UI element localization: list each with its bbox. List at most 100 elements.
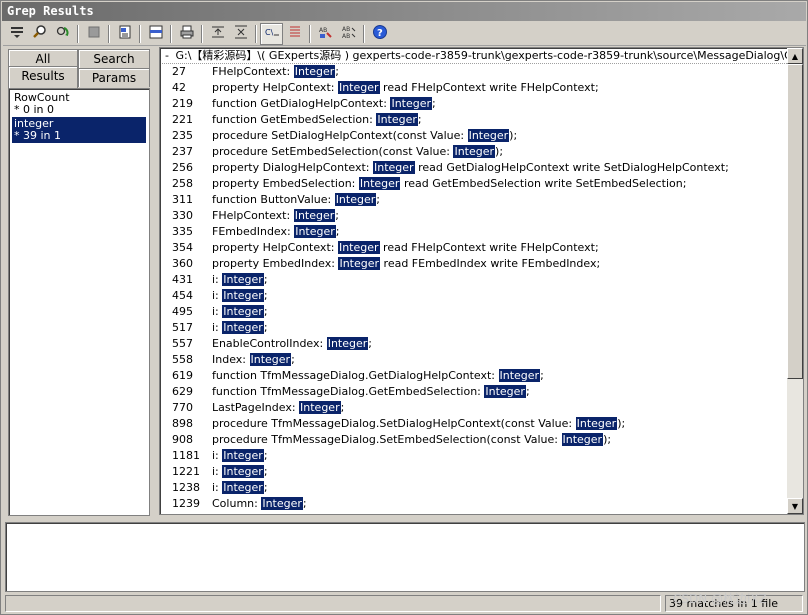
scroll-up-button[interactable]: ▲ [787,48,803,64]
show-context-button[interactable]: C\ [260,22,283,45]
line-text-before: property EmbedSelection: [212,177,359,190]
match-line[interactable]: 219 function GetDialogHelpContext: Intege… [162,96,787,112]
replace-all-button[interactable]: AB AB [337,23,360,45]
contract-all-button[interactable] [229,23,252,45]
line-number: 354 [172,241,193,254]
print-preview-button[interactable] [113,23,136,45]
match-highlight: Integer [376,113,418,126]
match-line[interactable]: 517 i: Integer; [162,320,787,336]
svg-text:AB: AB [342,26,350,33]
toolbar-separator [255,24,257,43]
match-line[interactable]: 258 property EmbedSelection: Integer read… [162,176,787,192]
replace-all-icon: AB AB [341,24,357,43]
line-text-before: FHelpContext: [212,209,294,222]
match-line[interactable]: 558 Index: Integer; [162,352,787,368]
replace-selected-button[interactable]: AB [314,23,337,45]
print-button[interactable] [175,23,198,45]
search-history-list[interactable]: RowCount * 0 in 0 integer * 39 in 1 [8,88,150,516]
match-line[interactable]: 1221 i: Integer; [162,464,787,480]
line-text-before: function TfmMessageDialog.GetEmbedSelect… [212,385,485,398]
match-highlight: Integer [561,433,604,446]
line-number: 237 [172,145,193,158]
file-header-row[interactable]: - G:\【精彩源码】\( GExperts源码 ) gexperts-code… [162,48,787,64]
line-number: 42 [172,81,186,94]
results-list[interactable]: - G:\【精彩源码】\( GExperts源码 ) gexperts-code… [159,47,804,515]
match-line[interactable]: 330 FHelpContext: Integer; [162,208,787,224]
search-history-item[interactable]: RowCount * 0 in 0 [12,91,146,117]
line-text-after: ; [263,321,268,334]
menu-button[interactable] [5,23,28,45]
match-highlight: Integer [373,161,415,174]
scrollbar-thumb[interactable] [787,64,803,379]
match-line[interactable]: 335 FEmbedIndex: Integer; [162,224,787,240]
vertical-splitter[interactable] [154,47,158,517]
match-line[interactable]: 1181 i: Integer; [162,448,787,464]
replace-selected-icon: AB [318,24,334,43]
line-text-before: property HelpContext: [212,81,338,94]
search-summary: * 0 in 0 [14,103,55,116]
match-line[interactable]: 495 i: Integer; [162,304,787,320]
line-number: 235 [172,129,193,142]
match-line[interactable]: 557 EnableControlIndex: Integer; [162,336,787,352]
match-line[interactable]: 898 procedure TfmMessageDialog.SetDialogH… [162,416,787,432]
match-line[interactable]: 221 function GetEmbedSelection: Integer; [162,112,787,128]
line-number: 330 [172,209,193,222]
match-line[interactable]: 1239 Column: Integer; [162,496,787,512]
expand-all-button[interactable] [206,23,229,45]
line-text-before: property DialogHelpContext: [212,161,373,174]
match-line[interactable]: 360 property EmbedIndex: Integer read FEm… [162,256,787,272]
search-history-item-selected[interactable]: integer * 39 in 1 [12,117,146,143]
toolbar-separator [201,24,203,43]
match-highlight: Integer [299,401,341,414]
line-text-after: ; [376,193,380,206]
line-text-after: ; [417,113,422,126]
line-text-after: ); [603,433,612,446]
match-line[interactable]: 454 i: Integer; [162,288,787,304]
match-line[interactable]: 354 property HelpContext: Integer read FH… [162,240,787,256]
match-highlight: Integer [334,193,377,206]
tab-params[interactable]: Params [78,68,150,87]
match-highlight: Integer [222,465,264,478]
context-pane[interactable] [5,522,805,592]
line-number: 219 [172,97,193,110]
line-text-before: EnableControlIndex: [212,337,327,350]
file-path: G:\【精彩源码】\( GExperts源码 ) gexperts-code-r… [175,49,788,62]
goto-match-button[interactable] [283,23,306,45]
show-full-button[interactable] [144,23,167,45]
match-line[interactable]: 431 i: Integer; [162,272,787,288]
status-panel [5,595,661,612]
title-bar[interactable]: Grep Results [2,2,806,21]
line-text-after: ; [263,465,268,478]
stop-button[interactable] [82,23,105,45]
match-highlight: Integer [222,305,264,318]
match-line[interactable]: 629 function TfmMessageDialog.GetEmbedSel… [162,384,787,400]
match-line[interactable]: 256 property DialogHelpContext: Integer r… [162,160,787,176]
match-line[interactable]: 1238 i: Integer; [162,480,787,496]
line-text-after: read FEmbedIndex write FEmbedIndex; [380,257,601,270]
vertical-scrollbar[interactable]: ▲ ▼ [787,48,803,514]
match-line[interactable]: 237 procedure SetEmbedSelection(const Val… [162,144,787,160]
line-text-after: read GetEmbedSelection write SetEmbedSel… [400,177,687,190]
match-line[interactable]: 311 function ButtonValue: Integer; [162,192,787,208]
line-text-after: ; [263,305,268,318]
show-full-icon [148,24,164,43]
scroll-down-button[interactable]: ▼ [787,498,803,514]
match-line[interactable]: 770 LastPageIndex: Integer; [162,400,787,416]
line-text-before: i: [212,481,223,494]
toolbar-separator [139,24,141,43]
search-button[interactable] [28,23,51,45]
match-line[interactable]: 908 procedure TfmMessageDialog.SetEmbedSe… [162,432,787,448]
line-number: 258 [172,177,193,190]
help-button[interactable]: ? [368,23,391,45]
toolbar-separator [363,24,365,43]
match-line[interactable]: 235 procedure SetDialogHelpContext(const … [162,128,787,144]
tab-search[interactable]: Search [78,49,150,68]
line-text-before: function ButtonValue: [212,193,335,206]
tab-results[interactable]: Results [8,66,78,88]
collapse-icon[interactable]: - [162,48,172,63]
refresh-button[interactable] [51,23,74,45]
print-preview-icon [117,24,133,43]
match-line[interactable]: 42 property HelpContext: Integer read FHe… [162,80,787,96]
match-line[interactable]: 619 function TfmMessageDialog.GetDialogHe… [162,368,787,384]
match-line[interactable]: 27 FHelpContext: Integer; [162,64,787,80]
